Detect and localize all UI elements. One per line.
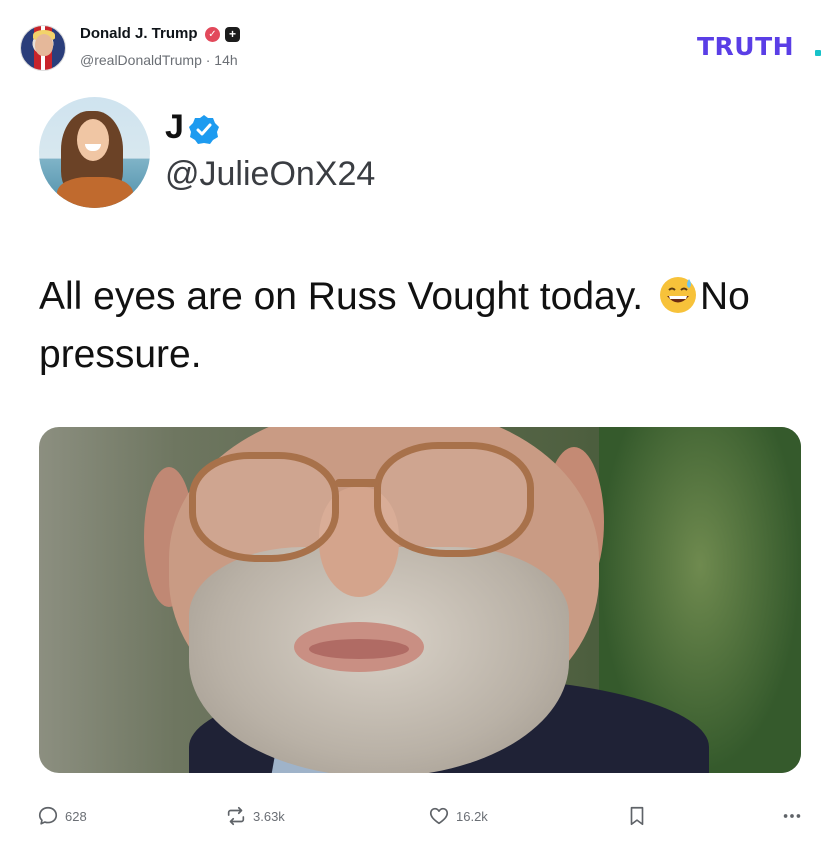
author-handle-time[interactable]: @realDonaldTrump · 14h	[80, 52, 238, 68]
embedded-author-handle: @JulieOnX24	[165, 155, 376, 193]
bookmark-icon	[630, 806, 644, 826]
bookmark-button[interactable]	[626, 800, 648, 832]
reply-button[interactable]: 628	[37, 800, 87, 832]
truth-logo-dot	[815, 50, 821, 56]
more-icon	[783, 814, 801, 818]
more-options-button[interactable]	[781, 800, 803, 832]
post-actions: 628 3.63k 16.2k	[0, 800, 840, 832]
heart-icon	[429, 807, 449, 825]
author-name[interactable]: Donald J. Trump	[80, 25, 198, 42]
embedded-post-text: All eyes are on Russ Vought today. No pr…	[39, 268, 809, 384]
plus-badge-icon: +	[225, 27, 240, 42]
embedded-author-name: J	[165, 108, 184, 146]
like-button[interactable]: 16.2k	[428, 800, 488, 832]
verified-badge-icon: ✓	[205, 27, 220, 42]
reply-icon	[38, 806, 58, 825]
retruth-icon	[227, 806, 245, 826]
grinning-face-with-sweat-icon	[659, 277, 696, 313]
retruth-count: 3.63k	[253, 808, 285, 824]
text-part-1: All eyes are on Russ Vought today.	[39, 275, 654, 318]
post-header: Donald J. Trump ✓ + @realDonaldTrump · 1…	[0, 0, 840, 90]
post-image[interactable]	[39, 427, 801, 773]
embedded-author-avatar	[39, 97, 150, 208]
retruth-button[interactable]: 3.63k	[225, 800, 285, 832]
like-count: 16.2k	[456, 808, 488, 824]
truth-logo: TRUTH	[697, 32, 795, 61]
author-avatar[interactable]	[20, 25, 66, 71]
reply-count: 628	[65, 808, 87, 824]
verified-badge-icon	[189, 115, 219, 144]
